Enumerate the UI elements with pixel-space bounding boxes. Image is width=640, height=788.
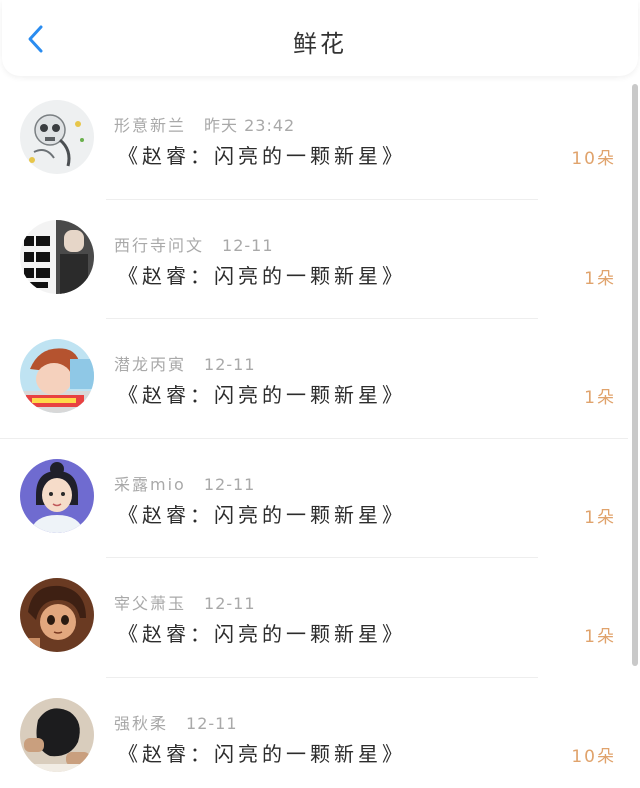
flower-list-page: 鲜花 形意新兰 昨天 23:42 《赵睿：闪亮的一颗新星》 10朵 西行寺问文 … [0, 0, 640, 788]
list-item[interactable]: 西行寺问文 12-11 《赵睿：闪亮的一颗新星》 1朵 [0, 200, 628, 319]
top-bar: 鲜花 [2, 0, 638, 76]
record-meta: 形意新兰 昨天 23:42 [114, 112, 295, 136]
dark-figure-avatar[interactable] [20, 697, 94, 772]
flower-count: 1朵 [584, 268, 616, 289]
girl-portrait-avatar[interactable] [20, 458, 94, 533]
list-item[interactable]: 形意新兰 昨天 23:42 《赵睿：闪亮的一颗新星》 10朵 [0, 80, 628, 200]
anime-character-avatar[interactable] [20, 578, 94, 652]
book-title[interactable]: 《赵睿：闪亮的一颗新星》 [118, 618, 406, 647]
anime-boy-avatar[interactable] [20, 339, 94, 413]
list-item[interactable]: 宰父萧玉 12-11 《赵睿：闪亮的一颗新星》 1朵 [0, 558, 628, 678]
record-time: 12-11 [204, 355, 256, 374]
record-meta: 强秋柔 12-11 [114, 710, 238, 734]
sender-name[interactable]: 西行寺问文 [114, 236, 204, 255]
list-item[interactable]: 潜龙丙寅 12-11 《赵睿：闪亮的一颗新星》 1朵 [0, 319, 628, 439]
record-time: 12-11 [203, 474, 256, 494]
record-time: 12-11 [222, 235, 274, 255]
text-photo-avatar[interactable] [20, 219, 94, 294]
page-title: 鲜花 [293, 30, 347, 58]
record-time: 12-11 [204, 594, 256, 613]
list-item[interactable]: 强秋柔 12-11 《赵睿：闪亮的一颗新星》 10朵 [0, 678, 628, 788]
record-time: 昨天 23:42 [204, 116, 296, 135]
sender-name[interactable]: 采露mio [114, 475, 186, 494]
skull-figure-avatar[interactable] [20, 100, 94, 174]
flower-count: 1朵 [584, 627, 616, 647]
record-meta: 宰父萧玉 12-11 [114, 590, 256, 614]
record-meta: 采露mio 12-11 [114, 471, 255, 495]
book-title[interactable]: 《赵睿：闪亮的一颗新星》 [118, 379, 406, 408]
flower-count: 1朵 [584, 507, 616, 528]
book-title[interactable]: 《赵睿：闪亮的一颗新星》 [118, 140, 406, 169]
flower-record-list[interactable]: 形意新兰 昨天 23:42 《赵睿：闪亮的一颗新星》 10朵 西行寺问文 12-… [0, 80, 628, 788]
sender-name[interactable]: 形意新兰 [114, 116, 186, 135]
flower-count: 1朵 [584, 388, 616, 408]
record-meta: 潜龙丙寅 12-11 [114, 351, 256, 375]
book-title[interactable]: 《赵睿：闪亮的一颗新星》 [118, 499, 406, 528]
book-title[interactable]: 《赵睿：闪亮的一颗新星》 [118, 260, 406, 289]
sender-name[interactable]: 强秋柔 [114, 714, 168, 733]
sender-name[interactable]: 宰父萧玉 [114, 594, 186, 613]
flower-count: 10朵 [571, 149, 616, 169]
record-meta: 西行寺问文 12-11 [114, 232, 274, 256]
record-time: 12-11 [186, 713, 238, 733]
scrollbar[interactable] [632, 84, 638, 666]
sender-name[interactable]: 潜龙丙寅 [114, 355, 186, 374]
book-title[interactable]: 《赵睿：闪亮的一颗新星》 [118, 738, 406, 767]
flower-count: 10朵 [571, 746, 616, 767]
list-item[interactable]: 采露mio 12-11 《赵睿：闪亮的一颗新星》 1朵 [0, 439, 628, 558]
